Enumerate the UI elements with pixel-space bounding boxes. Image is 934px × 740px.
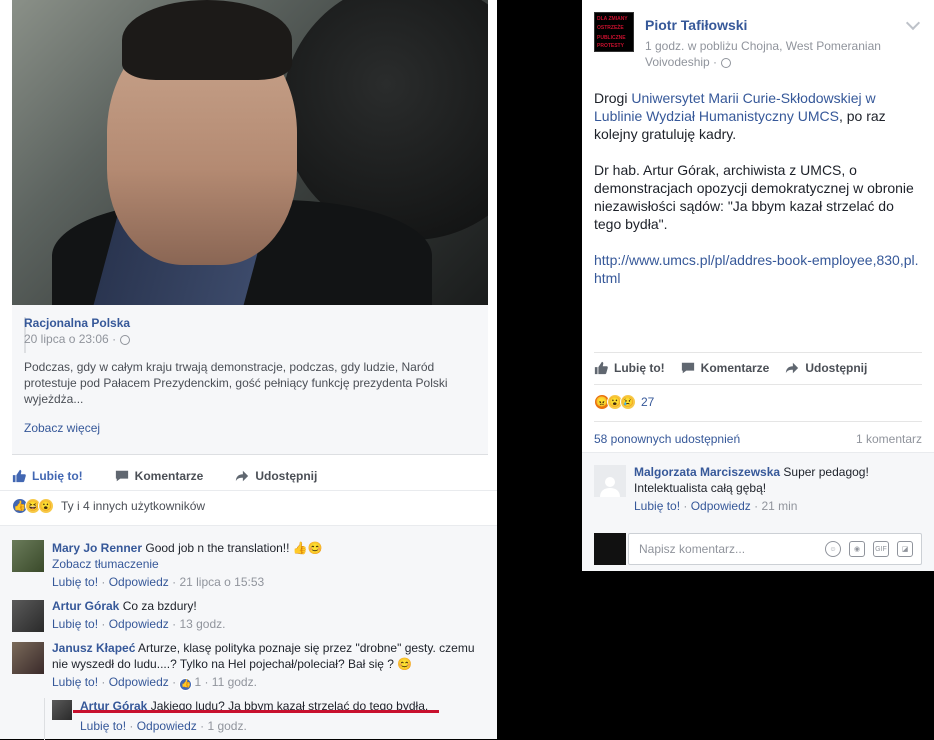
comment-text: Good job n the translation!! 👍😊	[145, 541, 323, 555]
like-button[interactable]: Lubię to!	[594, 361, 665, 375]
globe-icon	[120, 334, 131, 345]
comment-like-link[interactable]: Lubię to!	[52, 675, 98, 689]
sad-reaction-icon: 😢	[620, 394, 636, 410]
umcs-link[interactable]: Uniwersytet Marii Curie-Skłodowskiej w L…	[594, 90, 876, 124]
globe-icon	[721, 57, 732, 68]
reactions-summary[interactable]: 👍 😆 😮 Ty i 4 innych użytkowników	[12, 498, 205, 514]
right-comments: Malgorzata Marciszewska Super pedagog! I…	[582, 452, 934, 571]
avatar[interactable]	[12, 642, 44, 674]
translate-link[interactable]: Zobacz tłumaczenie	[52, 556, 482, 572]
comment-input[interactable]: Napisz komentarz... ☺ ◉ GIF ◪	[628, 533, 922, 565]
avatar-text-line: OSTRZEŻE	[597, 25, 624, 31]
comment-author[interactable]: Malgorzata Marciszewska	[634, 465, 780, 479]
comment: Mary Jo Renner Good job n the translatio…	[52, 540, 482, 590]
comment-like-link[interactable]: Lubię to!	[52, 617, 98, 631]
thumbs-up-icon	[594, 361, 608, 375]
share-arrow-icon	[236, 470, 249, 482]
link-preview-card[interactable]: Racjonalna Polska 20 lipca o 23:06 · Pod…	[12, 305, 488, 455]
comment-meta: Lubię to! · Odpowiedz · 👍 1 · 11 godz.	[52, 675, 257, 691]
comments-count[interactable]: 1 komentarz	[856, 432, 922, 446]
chevron-down-icon[interactable]	[905, 15, 921, 31]
share-button[interactable]: Udostępnij	[785, 361, 867, 375]
share-button[interactable]: Udostępnij	[235, 469, 317, 483]
author-name[interactable]: Piotr Tafiłowski	[645, 17, 747, 33]
post-photo[interactable]	[12, 0, 488, 305]
wow-reaction-icon: 😮	[38, 498, 54, 514]
comment-time[interactable]: 21 lipca o 15:53	[179, 575, 264, 589]
comment-time[interactable]: 21 min	[761, 499, 797, 513]
comment-like-link[interactable]: Lubię to!	[634, 499, 680, 513]
comment-placeholder: Napisz komentarz...	[639, 542, 746, 556]
shares-link[interactable]: 58 ponownych udostępnień	[594, 432, 740, 446]
comment-reply-link[interactable]: Odpowiedz	[109, 575, 169, 589]
comment-reply-link[interactable]: Odpowiedz	[137, 719, 197, 733]
comment-likes-count[interactable]: 1	[194, 675, 201, 689]
default-user-icon	[600, 477, 620, 497]
comment-like-link[interactable]: Lubię to!	[80, 719, 126, 733]
comment-reply-link[interactable]: Odpowiedz	[109, 675, 169, 689]
author-avatar[interactable]: DLA ZMIANY OSTRZEŻE PUBLICZNE PROTESTY	[594, 12, 634, 52]
comment-time[interactable]: 1 godz.	[207, 719, 246, 733]
comment-like-link[interactable]: Lubię to!	[52, 575, 98, 589]
left-action-bar: Lubię to! Komentarze Udostępnij	[12, 461, 488, 491]
comment-time[interactable]: 13 godz.	[179, 617, 225, 631]
comment-meta: Lubię to! · Odpowiedz · 21 min	[634, 499, 798, 513]
source-date: 20 lipca o 23:06 ·	[24, 332, 131, 346]
thumbs-up-icon	[12, 469, 26, 483]
comment-meta: Lubię to! · Odpowiedz · 1 godz.	[80, 719, 247, 733]
left-comments: Mary Jo Renner Good job n the translatio…	[0, 525, 497, 740]
comment-meta: Lubię to! · Odpowiedz · 21 lipca o 15:53	[52, 575, 265, 589]
comment: Janusz Kłapeć Arturze, klasę polityka po…	[52, 640, 482, 691]
avatar-text-line: DLA ZMIANY	[597, 16, 628, 22]
reactions-text: Ty i 4 innych użytkowników	[61, 499, 206, 513]
divider	[594, 421, 922, 422]
card-description: Podczas, gdy w całym kraju trwają demons…	[24, 360, 448, 406]
comment-icon	[681, 362, 694, 374]
photo-hair	[122, 0, 292, 80]
comment-button[interactable]: Komentarze	[115, 469, 203, 483]
reply-thread-line	[44, 698, 45, 740]
sticker-icon[interactable]: ◪	[897, 541, 913, 557]
comment: Artur Górak Co za bzdury! Lubię to! · Od…	[52, 598, 482, 632]
reply-comment: Artur Górak Jakiego ludu? Ja bbym kazał …	[80, 698, 480, 734]
comment-author[interactable]: Artur Górak	[52, 599, 119, 613]
share-arrow-icon	[786, 362, 799, 374]
umcs-url-link[interactable]: http://www.umcs.pl/pl/addres-book-employ…	[594, 251, 919, 287]
avatar[interactable]	[594, 465, 626, 497]
see-more-link[interactable]: Zobacz więcej	[24, 421, 100, 435]
like-reaction-icon: 👍	[179, 677, 193, 691]
avatar[interactable]	[12, 600, 44, 632]
comment-button[interactable]: Komentarze	[681, 361, 769, 375]
comment-author[interactable]: Mary Jo Renner	[52, 541, 142, 555]
post-paragraph: Dr hab. Artur Górak, archiwista z UMCS, …	[594, 162, 914, 232]
my-avatar[interactable]	[594, 533, 626, 565]
gif-icon[interactable]: GIF	[873, 541, 889, 557]
avatar-text-line: PUBLICZNE	[597, 35, 626, 41]
comment-icon	[115, 470, 128, 482]
divider	[0, 490, 497, 491]
like-button[interactable]: Lubię to!	[12, 469, 83, 483]
comment-meta: Lubię to! · Odpowiedz · 13 godz.	[52, 617, 226, 631]
input-icons: ☺ ◉ GIF ◪	[825, 541, 913, 557]
avatar[interactable]	[52, 700, 72, 720]
comment-text: Co za bzdury!	[122, 599, 197, 613]
reactions-count: 27	[641, 395, 655, 409]
comment-time[interactable]: 11 godz.	[212, 675, 257, 689]
red-highlight-underline	[73, 710, 439, 713]
camera-icon[interactable]: ◉	[849, 541, 865, 557]
right-action-bar: Lubię to! Komentarze Udostępnij	[594, 353, 922, 383]
comment-author[interactable]: Janusz Kłapeć	[52, 641, 135, 655]
avatar[interactable]	[12, 540, 44, 572]
comment-reply-link[interactable]: Odpowiedz	[691, 499, 751, 513]
post-meta: 1 godz. w pobliżu Chojna, West Pomerania…	[645, 39, 881, 69]
right-post: DLA ZMIANY OSTRZEŻE PUBLICZNE PROTESTY P…	[582, 0, 934, 571]
avatar-text-line: PROTESTY	[597, 43, 624, 49]
source-name[interactable]: Racjonalna Polska	[24, 316, 130, 330]
post-text: Drogi Uniwersytet Marii Curie-Skłodowski…	[594, 90, 919, 287]
reactions-summary[interactable]: 😠 😮 😢 27	[594, 394, 654, 410]
divider	[594, 384, 922, 385]
comment-reply-link[interactable]: Odpowiedz	[109, 617, 169, 631]
emoji-icon[interactable]: ☺	[825, 541, 841, 557]
comment: Malgorzata Marciszewska Super pedagog! I…	[634, 464, 924, 514]
